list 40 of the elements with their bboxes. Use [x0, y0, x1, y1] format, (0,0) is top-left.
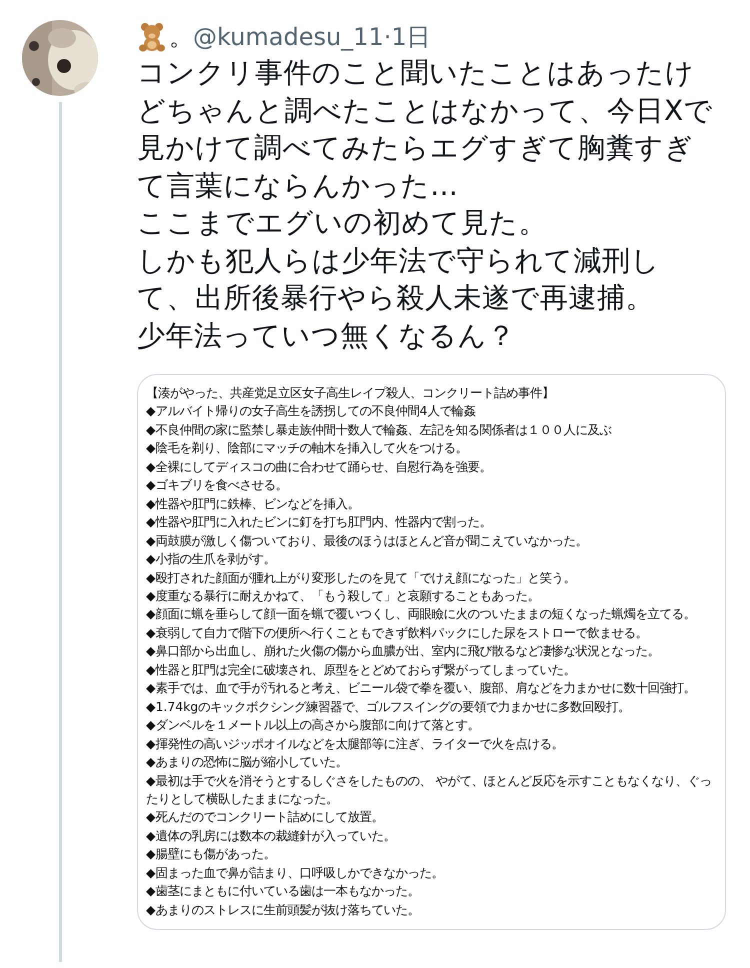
- image-text-line: ◆最初は手で火を消そうとするしぐさをしたものの、 やがて、ほとんど反応を示すこともなくなり、ぐったりとして横臥したままになった。: [146, 772, 712, 808]
- image-title: 【湊がやった、共産党足立区女子高生レイプ殺人、コンクリート詰め事件】: [146, 384, 555, 402]
- image-text-line: ◆両鼓膜が激しく傷ついており、最後のほうはほとんど音が聞こえていなかった。: [146, 532, 589, 550]
- post-time: 1日: [391, 22, 431, 53]
- image-text-line: ◆歯茎にまともに付いている歯は一本もなかった。: [146, 882, 421, 900]
- image-text-line: ◆あまりの恐怖に脳が縮小していた。: [146, 753, 349, 772]
- tweet-text-line: 見かけて調べてみたらエグすぎて胸糞すぎ: [137, 130, 694, 166]
- image-text-line: ◆アルバイト帰りの女子高生を誘拐しての不良仲間4人で輪姦: [146, 402, 476, 420]
- tweet-text-line: ここまでエグいの初めて見た。: [137, 205, 548, 241]
- image-text-line: ◆鼻口部から出血し、崩れた火傷の傷から血膿が出、室内に飛び散るなど凄惨な状況となった。: [146, 642, 661, 660]
- image-text-line: ◆衰弱して自力で階下の便所へ行くこともできず飲料パックにした尿をストローで飲ませる。: [146, 624, 649, 642]
- image-text-line: ◆あまりのストレスに生前頭髪が抜け落ちていた。: [146, 900, 421, 919]
- image-text-line: ◆ゴキブリを食べさせる。: [146, 476, 289, 494]
- image-text-line: ◆全裸にしてディスコの曲に合わせて踊らせ、自慰行為を強要。: [146, 458, 493, 476]
- image-text-line: ◆素手では、血で手が汚れると考え、ビニール袋で拳を覆い、腹部、肩などを力まかせに数十回強打。: [146, 679, 697, 698]
- tweet-text-line: しかも犯人らは少年法で守られて減刑し: [137, 242, 661, 278]
- image-text-line: ◆死んだのでコンクリート詰めにして放置。: [146, 808, 385, 826]
- image-text-line: ◆1.74kgのキックボクシング練習器で、ゴルフスイングの要領で力まかせに多数回殴打。: [146, 698, 632, 716]
- image-text-line: ◆性器や肛門に鉄棒、ビンなどを挿入。: [146, 494, 361, 513]
- separator-dot: ·: [384, 22, 392, 53]
- image-text-line: ◆腸壁にも傷があった。: [146, 845, 277, 864]
- image-text-line: ◆小指の生爪を剥がす。: [146, 550, 277, 568]
- tweet-text-line: て、出所後暴行やら殺人未遂で再逮捕。: [137, 280, 655, 316]
- image-text-line: ◆性器と肛門は完全に破壊され、原型をとどめておらず繋がってしまっていた。: [146, 660, 577, 679]
- tweet-text-line: て言葉にならんかった…: [137, 168, 460, 204]
- tweet-text-line: 少年法っていつ無くなるん？: [137, 318, 516, 354]
- bear-icon: [137, 22, 167, 52]
- display-name: 。: [169, 22, 193, 53]
- image-text-line: ◆固まった血で鼻が詰まり、口呼吸しかできなかった。: [146, 864, 445, 882]
- image-text-line: ◆顔面に蝋を垂らして顔一面を蝋で覆いつくし、両眼瞼に火のついたままの短くなった蝋燭を立てる。: [146, 605, 697, 624]
- image-text-line: ◆不良仲間の家に監禁し暴走族仲間十数人で輪姦、左記を知る関係者は１００人に及ぶ: [146, 420, 613, 439]
- image-text-line: ◆殴打された顔面が腫れ上がり変形したのを見て「でけえ顔になった」と笑う。: [146, 568, 577, 587]
- image-text-line: ◆度重なる暴行に耐えかねて、「もう殺して」と哀願することもあった。: [146, 586, 541, 605]
- image-text-line: ◆性器や肛門に入れたビンに釘を打ち肛門内、性器内で割った。: [146, 513, 493, 532]
- image-text-line: ◆遺体の乳房には数本の裁縫針が入っていた。: [146, 826, 397, 845]
- user-handle: @kumadesu_11: [193, 22, 384, 53]
- image-text-line: ◆ダンベルを１メートル以上の高さから腹部に向けて落とす。: [146, 716, 481, 734]
- tweet-text-line: コンクリ事件のこと聞いたことはあったけ: [137, 55, 696, 91]
- image-text-line: ◆揮発性の高いジッポオイルなどを太腿部等に注ぎ、ライターで火を点ける。: [146, 734, 565, 753]
- image-text-line: ◆陰毛を剃り、陰部にマッチの軸木を挿入して火をつける。: [146, 439, 469, 458]
